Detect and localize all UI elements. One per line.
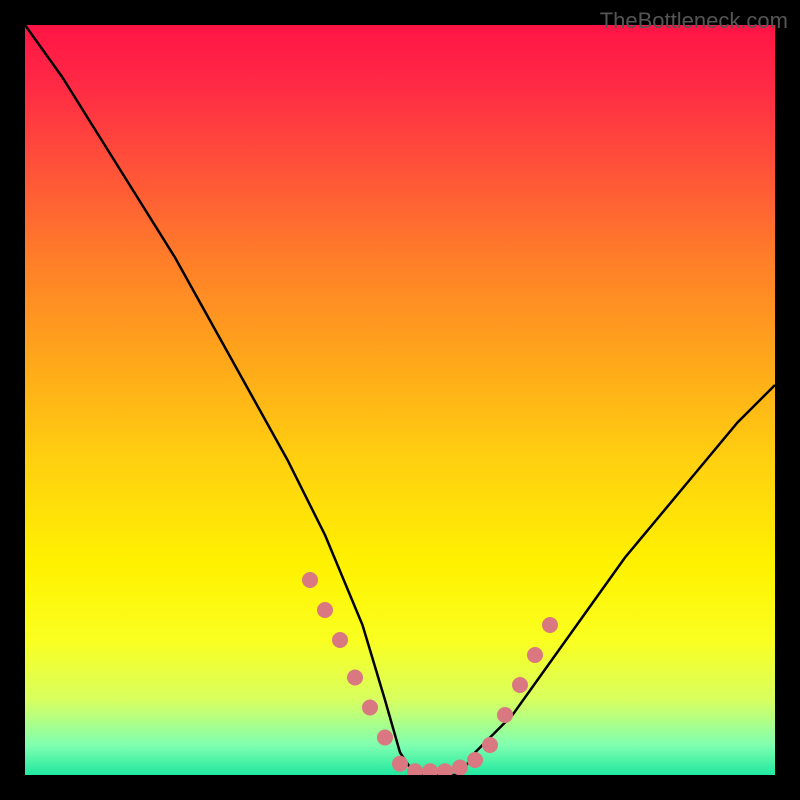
highlight-dot bbox=[392, 756, 408, 772]
bottleneck-curve bbox=[25, 25, 775, 775]
highlight-dot bbox=[482, 737, 498, 753]
highlight-dot bbox=[512, 677, 528, 693]
highlight-dot bbox=[497, 707, 513, 723]
highlight-dot bbox=[347, 670, 363, 686]
highlight-dot bbox=[422, 763, 438, 775]
highlight-dot bbox=[302, 572, 318, 588]
highlight-dot bbox=[362, 700, 378, 716]
highlight-dot bbox=[377, 730, 393, 746]
chart-area bbox=[25, 25, 775, 775]
watermark-text: TheBottleneck.com bbox=[600, 8, 788, 34]
curve-svg bbox=[25, 25, 775, 775]
highlight-dot bbox=[467, 752, 483, 768]
highlight-dot bbox=[332, 632, 348, 648]
highlight-dot bbox=[527, 647, 543, 663]
highlight-dot bbox=[317, 602, 333, 618]
highlight-dots bbox=[302, 572, 558, 775]
highlight-dot bbox=[452, 760, 468, 776]
highlight-dot bbox=[437, 763, 453, 775]
highlight-dot bbox=[542, 617, 558, 633]
